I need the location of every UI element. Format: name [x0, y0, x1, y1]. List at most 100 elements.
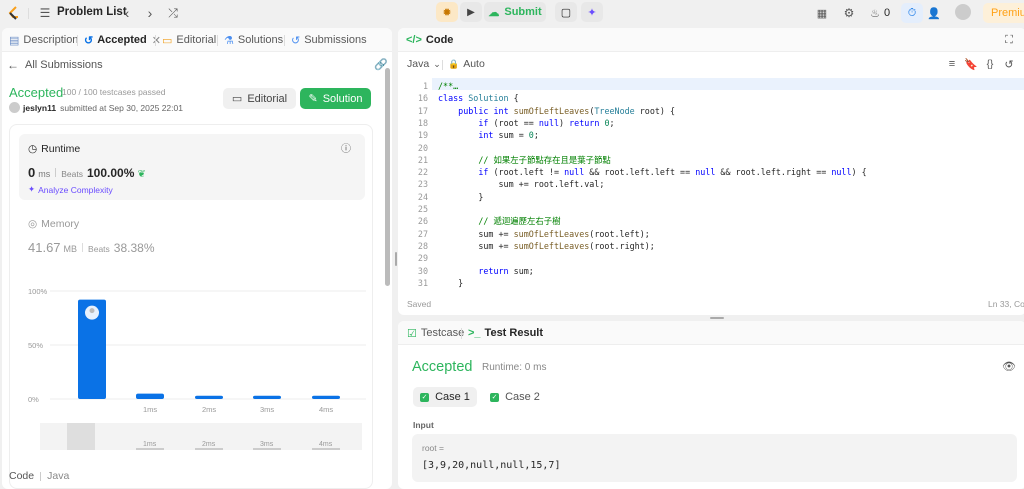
code-line: public int sumOfLeftLeaves(TreeNode root… — [458, 105, 676, 116]
submission-panel: ▤ Description ↺ Accepted ✕ ▭ Editorial ⚗… — [2, 28, 392, 489]
tab-solutions[interactable]: ⚗ Solutions — [224, 28, 283, 52]
analyze-complexity-link[interactable]: ✦ Analyze Complexity — [28, 184, 113, 195]
line-number: 18 — [417, 117, 428, 128]
eye-icon[interactable]: 👁 — [1002, 359, 1016, 373]
auto-mode[interactable]: 🔒 Auto — [448, 58, 485, 70]
runtime-distribution-chart: 100% 50% 0% 1ms 2ms 3ms 4ms 1ms 2ms 3ms 4ms — [10, 281, 372, 481]
code-line: if (root.left != null && root.left.left … — [478, 167, 867, 178]
timer-icon: ⏱ — [907, 6, 917, 19]
language-select-value: Java — [407, 58, 430, 70]
debug-button[interactable]: ✹ — [436, 2, 458, 22]
format-icon[interactable]: ≡ — [945, 57, 959, 71]
reset-icon[interactable]: ↺ — [1002, 57, 1016, 71]
runtime-header: ◷ Runtime — [28, 143, 80, 155]
line-number: 30 — [417, 265, 428, 276]
submit-button[interactable]: ☁ Submit — [484, 2, 546, 22]
memory-box[interactable]: ◎ Memory 41.67 MB Beats 38.38% — [19, 211, 365, 261]
info-icon[interactable]: ⓘ — [340, 141, 352, 155]
runtime-value: 0 — [28, 165, 36, 180]
tab-description[interactable]: ▤ Description — [9, 28, 78, 52]
mini-tick-label: 3ms — [260, 441, 274, 448]
code-line: } — [438, 191, 484, 202]
timer-button[interactable]: ⏱ — [901, 3, 923, 23]
code-line: sum += root.left.val; — [438, 179, 605, 190]
edit-icon: ✎ — [308, 93, 318, 105]
tab-editorial[interactable]: ▭ Editorial — [162, 28, 216, 52]
language-select[interactable]: Java ⌄ — [407, 58, 441, 70]
tab-test-result[interactable]: >_ Test Result — [468, 321, 543, 345]
memory-value-row: 41.67 MB Beats 38.38% — [28, 240, 155, 255]
add-user-icon[interactable]: 👤 — [927, 5, 941, 21]
chevron-left-icon[interactable]: ‹ — [120, 5, 134, 21]
line-number: 31 — [417, 277, 428, 288]
menu-list-icon[interactable]: ☰ — [38, 6, 52, 20]
code-editor[interactable]: 1 /**… 16 class Solution {17 public int sum… — [398, 78, 1024, 288]
line-number: 22 — [417, 167, 428, 178]
memory-title: Memory — [41, 218, 80, 230]
tab-submissions[interactable]: ↺ Submissions — [291, 28, 367, 52]
layout-icon[interactable]: ▦ — [815, 5, 829, 21]
book-icon: ▭ — [162, 34, 173, 47]
memory-chip-icon: ◎ — [28, 218, 38, 230]
bar-3ms[interactable] — [253, 395, 281, 399]
case-2-label: Case 2 — [505, 391, 540, 403]
horizontal-resize-handle[interactable] — [710, 317, 724, 319]
input-var-name: root = — [422, 443, 444, 453]
vertical-resize-handle[interactable] — [395, 252, 397, 266]
solution-button[interactable]: ✎ Solution — [300, 88, 371, 109]
left-footer: Code Java — [9, 470, 69, 482]
premium-button[interactable]: Premium — [983, 3, 1024, 23]
bar-2ms[interactable] — [195, 395, 223, 399]
y-tick-label: 0% — [28, 395, 39, 404]
problem-list-link[interactable]: Problem List — [57, 6, 127, 18]
case-1-tab[interactable]: ✓ Case 1 — [413, 387, 477, 407]
notes-button[interactable]: ▢ — [555, 2, 577, 22]
line-number: 19 — [417, 130, 428, 141]
clock-icon: ◷ — [28, 143, 38, 155]
runtime-box[interactable]: ◷ Runtime ⓘ 0 ms Beats 100.00% ❦ ✦ Analy… — [19, 134, 365, 200]
avatar[interactable] — [955, 4, 971, 20]
tab-accepted[interactable]: ↺ Accepted ✕ — [84, 28, 161, 52]
tab-testcase[interactable]: ☑ Testcase — [407, 321, 464, 345]
runtime-title: Runtime — [41, 143, 81, 155]
code-icon: </> — [406, 34, 422, 46]
memory-unit: MB — [63, 244, 78, 254]
x-tick-label: 1ms — [143, 405, 157, 414]
bookmark-icon[interactable]: 🔖 — [964, 57, 978, 71]
range-brush-handle[interactable] — [67, 423, 95, 450]
submitter-name[interactable]: jeslyn11 — [23, 103, 56, 113]
tab-test-result-label: Test Result — [484, 327, 544, 339]
maximize-icon[interactable]: ⛶ — [1002, 33, 1016, 47]
chevron-right-icon[interactable]: › — [143, 5, 157, 21]
input-box: root = [3,9,20,null,null,15,7] — [412, 434, 1017, 482]
tab-solutions-label: Solutions — [237, 34, 284, 46]
ai-button[interactable]: ✦ — [581, 2, 603, 22]
close-icon[interactable]: ✕ — [152, 34, 161, 47]
tab-code[interactable]: </> Code — [406, 28, 453, 52]
fire-icon[interactable]: ♨ — [869, 5, 881, 21]
case-2-tab[interactable]: ✓ Case 2 — [485, 387, 545, 407]
line-number: 20 — [417, 142, 428, 153]
leetcode-logo-icon[interactable] — [6, 5, 20, 21]
code-line: return sum; — [478, 265, 534, 276]
editorial-button-label: Editorial — [247, 92, 288, 105]
editorial-button[interactable]: ▭ Editorial — [223, 88, 296, 109]
left-scrollbar[interactable] — [385, 68, 390, 286]
braces-icon[interactable]: {} — [983, 57, 997, 71]
back-to-submissions[interactable]: ← All Submissions — [7, 58, 103, 72]
run-button[interactable]: ▶ — [460, 2, 482, 22]
gear-icon[interactable]: ⚙ — [842, 5, 856, 21]
bar-1ms[interactable] — [136, 393, 164, 399]
book-icon: ▭ — [231, 93, 243, 105]
bar-4ms[interactable] — [312, 395, 340, 399]
code-line: int sum = 0; — [478, 130, 539, 141]
shuffle-icon[interactable]: ⤮ — [166, 5, 180, 21]
code-panel: </> Code ⛶ Java ⌄ 🔒 Auto ≡ 🔖 {} ↺ 1 /**… 1… — [398, 28, 1024, 315]
line-number: 1 — [422, 81, 428, 91]
runtime-beats-label: Beats — [61, 169, 83, 179]
document-icon: ▤ — [9, 34, 20, 47]
back-label: All Submissions — [25, 59, 103, 71]
analyze-label: Analyze Complexity — [38, 184, 113, 195]
clock-history-icon: ↺ — [291, 34, 301, 47]
code-line: /**… — [438, 81, 459, 91]
